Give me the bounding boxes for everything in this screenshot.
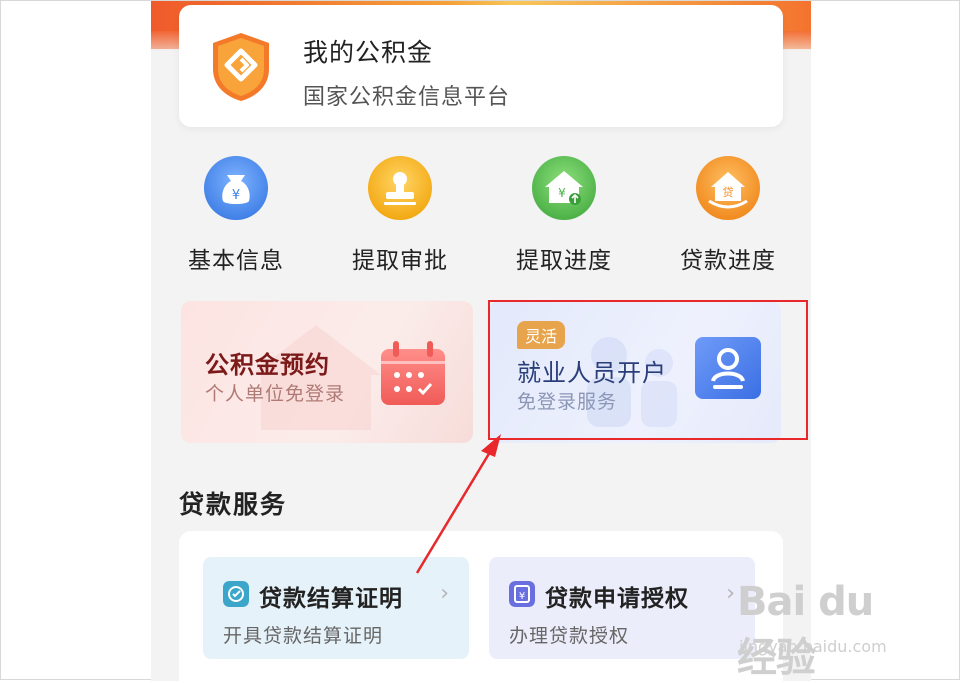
house-yuan-icon: ¥: [532, 156, 596, 220]
settlement-icon: [223, 581, 249, 607]
quick-action-label: 提取进度: [516, 248, 612, 274]
page-subtitle: 国家公积金信息平台: [303, 85, 511, 110]
chevron-right-icon: ›: [726, 581, 735, 606]
service-title: 贷款结算证明: [259, 586, 403, 612]
authorization-icon: ¥: [509, 581, 535, 607]
watermark-text: Bai du 经验: [737, 579, 874, 681]
fund-header-card[interactable]: 我的公积金 国家公积金信息平台: [179, 5, 783, 127]
loan-section-title: 贷款服务: [179, 490, 288, 519]
quick-action-label: 基本信息: [188, 248, 284, 274]
svg-text:¥: ¥: [558, 186, 566, 200]
loan-settlement-certificate-button[interactable]: 贷款结算证明 › 开具贷款结算证明: [203, 557, 469, 659]
quick-action-label: 提取审批: [352, 248, 448, 274]
loan-application-authorization-button[interactable]: ¥ 贷款申请授权 › 办理贷款授权: [489, 557, 755, 659]
quick-action-label: 贷款进度: [680, 248, 776, 274]
svg-text:贷: 贷: [723, 185, 734, 199]
stamp-icon: [368, 156, 432, 220]
promo-fund-appointment[interactable]: 公积金预约 个人单位免登录: [181, 301, 473, 443]
shield-logo-icon: [213, 33, 269, 101]
promo-title: 公积金预约: [205, 351, 330, 379]
quick-action-withdraw-approval[interactable]: 提取审批: [335, 151, 465, 281]
page-title: 我的公积金: [303, 38, 434, 67]
promo-subtitle: 个人单位免登录: [205, 383, 346, 405]
quick-action-basic-info[interactable]: ¥ 基本信息: [171, 151, 301, 281]
service-title: 贷款申请授权: [545, 586, 689, 612]
quick-actions: ¥ 基本信息 提取审批 ¥ 提取进度 贷 贷款进度: [171, 151, 791, 281]
loan-house-icon: 贷: [696, 156, 760, 220]
svg-text:¥: ¥: [232, 188, 240, 203]
svg-text:¥: ¥: [519, 591, 525, 602]
loan-services-card: 贷款结算证明 › 开具贷款结算证明 ¥ 贷款申请授权 › 办理贷款授权: [179, 531, 783, 681]
quick-action-withdraw-progress[interactable]: ¥ 提取进度: [499, 151, 629, 281]
highlight-box: [488, 300, 808, 440]
service-subtitle: 办理贷款授权: [509, 625, 630, 647]
chevron-right-icon: ›: [440, 581, 449, 606]
quick-action-loan-progress[interactable]: 贷 贷款进度: [663, 151, 793, 281]
money-bag-icon: ¥: [204, 156, 268, 220]
service-subtitle: 开具贷款结算证明: [223, 625, 384, 647]
calendar-icon: [381, 341, 445, 405]
screenshot-frame: 我的公积金 国家公积金信息平台 ¥ 基本信息 提取审批 ¥ 提取进度 贷 贷款进…: [0, 0, 960, 681]
baidu-watermark: Bai du 经验 jingyan.baidu.com: [737, 579, 917, 681]
watermark-url: jingyan.baidu.com: [739, 637, 887, 656]
